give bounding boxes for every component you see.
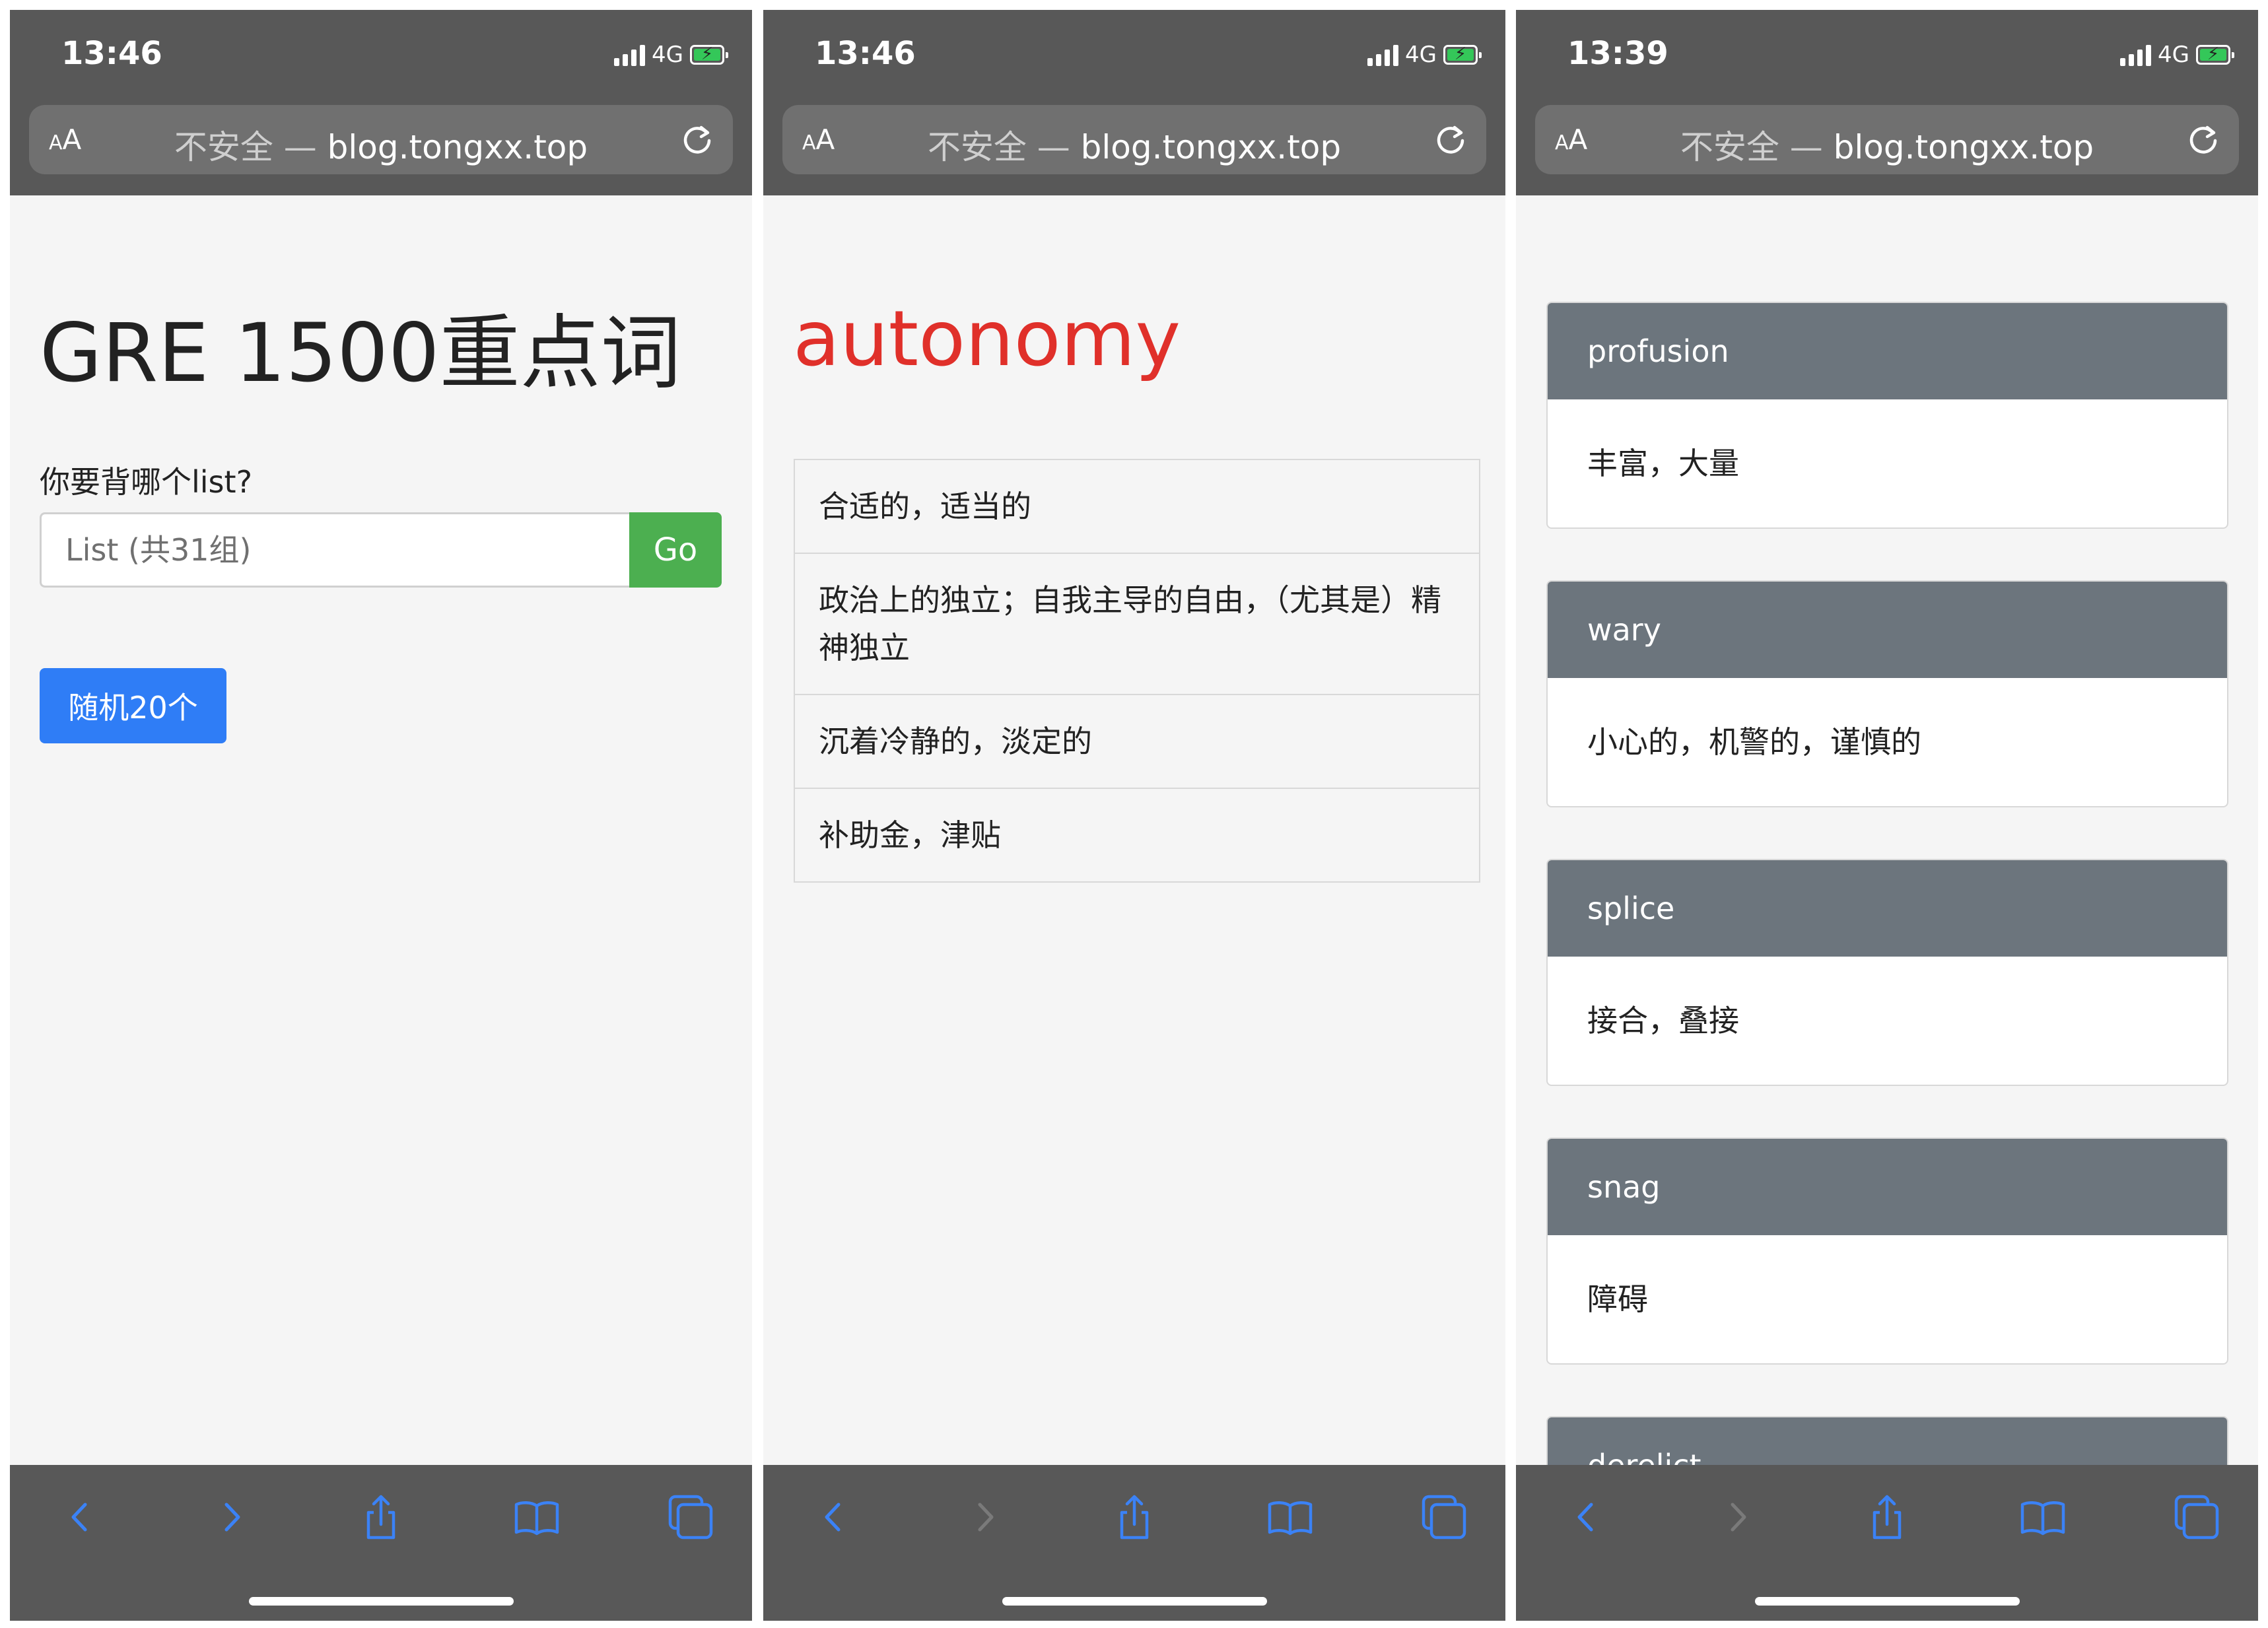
reload-icon[interactable] <box>1431 119 1470 159</box>
reload-icon[interactable] <box>2183 119 2223 159</box>
list-question-label: 你要背哪个list? <box>40 464 252 500</box>
tabs-icon[interactable] <box>2170 1490 2224 1544</box>
home-indicator <box>249 1597 514 1606</box>
phone-screen-2: 13:46 4G ⚡ AA 不安全 — blog.tongxx.top auto… <box>763 10 1505 1621</box>
browser-toolbar <box>10 1465 752 1621</box>
word-card: splice 接合，叠接 <box>1546 859 2228 1086</box>
word-card-list: profusion 丰富，大量 wary 小心的，机警的，谨慎的 splice … <box>1546 302 2228 1621</box>
status-icons: 4G ⚡ <box>1367 42 1482 68</box>
back-icon[interactable] <box>806 1490 860 1544</box>
bookmarks-icon[interactable] <box>1263 1490 1317 1544</box>
status-time: 13:46 <box>815 35 916 72</box>
status-time: 13:46 <box>61 35 162 72</box>
signal-icon <box>614 44 646 66</box>
battery-icon: ⚡ <box>690 44 728 65</box>
vocab-word: autonomy <box>793 294 1181 384</box>
forward-icon <box>1731 1503 1746 1532</box>
address-bar[interactable]: AA 不安全 — blog.tongxx.top <box>782 105 1486 174</box>
url-text[interactable]: 不安全 — blog.tongxx.top <box>1535 121 2239 168</box>
list-input-group: List (共31组) Go <box>40 512 722 588</box>
meaning-option[interactable]: 沉着冷静的，淡定的 <box>795 694 1479 788</box>
meaning-option[interactable]: 补助金，津贴 <box>795 788 1479 881</box>
status-icons: 4G ⚡ <box>2120 42 2234 68</box>
address-bar[interactable]: AA 不安全 — blog.tongxx.top <box>1535 105 2239 174</box>
battery-icon: ⚡ <box>2196 44 2234 65</box>
network-label: 4G <box>652 42 683 68</box>
home-indicator <box>1002 1597 1267 1606</box>
tabs-icon[interactable] <box>1417 1490 1471 1544</box>
card-meaning: 小心的，机警的，谨慎的 <box>1587 724 1921 760</box>
top-bar: 13:46 4G ⚡ AA 不安全 — blog.tongxx.top <box>10 10 752 195</box>
random-20-button[interactable]: 随机20个 <box>40 668 226 743</box>
card-meaning: 丰富，大量 <box>1587 446 1739 481</box>
top-bar: 13:46 4G ⚡ AA 不安全 — blog.tongxx.top <box>763 10 1505 195</box>
browser-toolbar <box>1516 1465 2258 1621</box>
word-card: snag 障碍 <box>1546 1137 2228 1365</box>
tabs-icon[interactable] <box>664 1490 718 1544</box>
signal-icon <box>2120 44 2152 66</box>
page-content: GRE 1500重点词 你要背哪个list? List (共31组) Go 随机… <box>10 195 752 1465</box>
card-word: splice <box>1548 860 2227 957</box>
share-icon[interactable] <box>354 1490 408 1544</box>
card-word: snag <box>1548 1139 2227 1235</box>
page-title: GRE 1500重点词 <box>40 306 681 400</box>
word-card: profusion 丰富，大量 <box>1546 302 2228 529</box>
page-content: autonomy 合适的，适当的 政治上的独立；自我主导的自由，（尤其是）精神独… <box>763 195 1505 1465</box>
go-button[interactable]: Go <box>629 512 722 588</box>
phone-screen-3: profusion 丰富，大量 wary 小心的，机警的，谨慎的 splice … <box>1516 10 2258 1621</box>
status-icons: 4G ⚡ <box>614 42 728 68</box>
card-word: profusion <box>1548 303 2227 399</box>
reload-icon[interactable] <box>677 119 717 159</box>
url-text[interactable]: 不安全 — blog.tongxx.top <box>29 121 733 168</box>
forward-icon <box>978 1503 994 1532</box>
url-text[interactable]: 不安全 — blog.tongxx.top <box>782 121 1486 168</box>
card-meaning: 接合，叠接 <box>1587 1003 1739 1038</box>
meaning-option[interactable]: 合适的，适当的 <box>795 460 1479 553</box>
phone-screen-1: 13:46 4G ⚡ AA 不安全 — blog.tongxx.top GRE … <box>10 10 752 1621</box>
meaning-option[interactable]: 政治上的独立；自我主导的自由，（尤其是）精神独立 <box>795 553 1479 694</box>
status-time: 13:39 <box>1567 35 1668 72</box>
back-icon[interactable] <box>1558 1490 1612 1544</box>
browser-toolbar <box>763 1465 1505 1621</box>
bookmarks-icon[interactable] <box>2016 1490 2070 1544</box>
share-icon[interactable] <box>1107 1490 1161 1544</box>
word-card: wary 小心的，机警的，谨慎的 <box>1546 580 2228 807</box>
forward-icon[interactable] <box>205 1490 259 1544</box>
top-bar: 13:39 4G ⚡ AA 不安全 — blog.tongxx.top <box>1516 10 2258 195</box>
bookmarks-icon[interactable] <box>510 1490 564 1544</box>
back-icon[interactable] <box>52 1490 106 1544</box>
address-bar[interactable]: AA 不安全 — blog.tongxx.top <box>29 105 733 174</box>
card-word: wary <box>1548 582 2227 678</box>
signal-icon <box>1367 44 1399 66</box>
list-input[interactable]: List (共31组) <box>40 512 629 588</box>
share-icon[interactable] <box>1860 1490 1914 1544</box>
network-label: 4G <box>2158 42 2189 68</box>
page-content: profusion 丰富，大量 wary 小心的，机警的，谨慎的 splice … <box>1516 195 2258 1621</box>
meaning-options: 合适的，适当的 政治上的独立；自我主导的自由，（尤其是）精神独立 沉着冷静的，淡… <box>794 459 1480 883</box>
battery-icon: ⚡ <box>1443 44 1482 65</box>
card-meaning: 障碍 <box>1587 1281 1648 1317</box>
network-label: 4G <box>1405 42 1437 68</box>
home-indicator <box>1755 1597 2020 1606</box>
